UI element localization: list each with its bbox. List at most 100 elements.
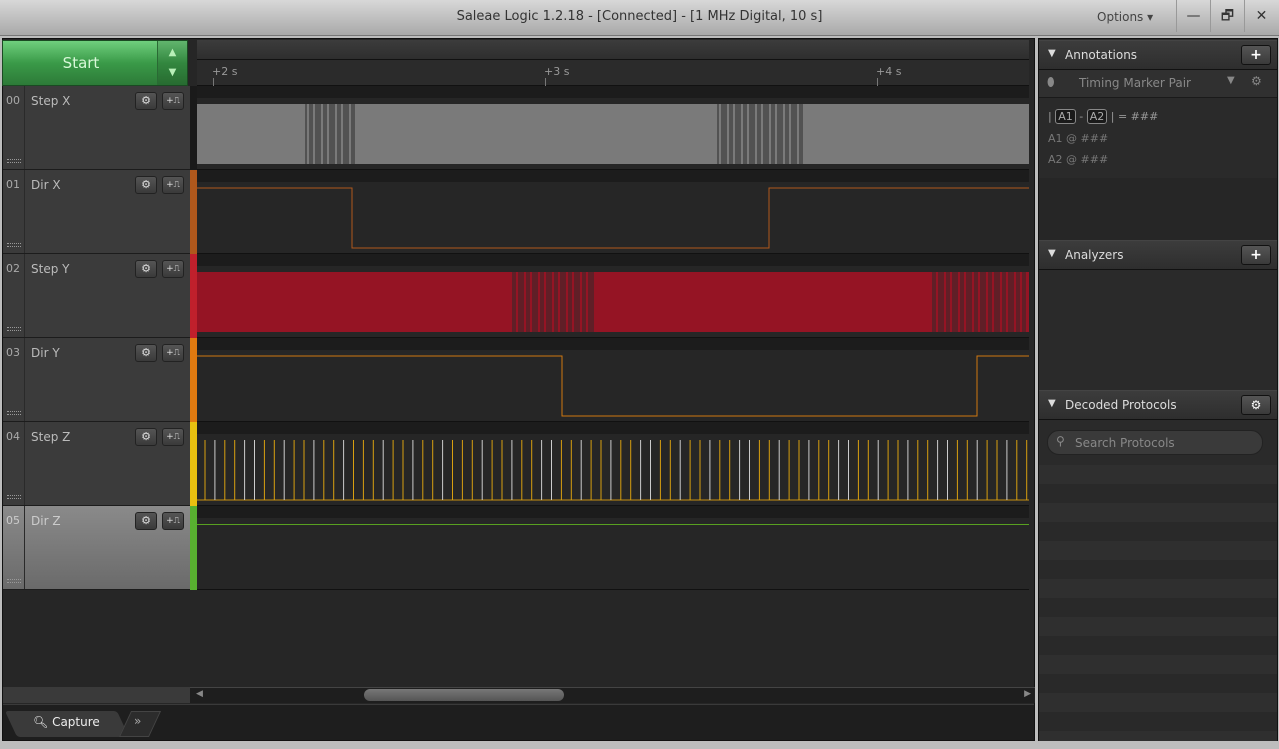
tick-label: +3 s: [544, 65, 570, 78]
signal-fill: [197, 272, 1029, 332]
channel-name[interactable]: Step Z: [31, 430, 70, 444]
pin-icon[interactable]: ⬮: [1047, 75, 1055, 90]
analyzers-header: ▼ Analyzers +: [1039, 240, 1277, 270]
restore-button[interactable]: 🗗: [1210, 0, 1244, 32]
channel-color-strip: [190, 506, 197, 590]
channel-gap: [197, 254, 1029, 266]
drag-handle-icon[interactable]: [7, 159, 21, 163]
drag-handle-icon[interactable]: [7, 243, 21, 247]
annotation-a1: A1 @ ###: [1048, 132, 1109, 145]
timing-marker-selector[interactable]: ⬮ Timing Marker Pair ▼ ⚙: [1039, 70, 1277, 98]
trigger-button[interactable]: +⎍: [162, 344, 184, 362]
trigger-button[interactable]: +⎍: [162, 512, 184, 530]
channel-name[interactable]: Dir Z: [31, 514, 61, 528]
drag-handle-icon[interactable]: [7, 327, 21, 331]
channel-number: 03: [3, 338, 25, 421]
dir-y-signal: [197, 355, 1029, 417]
time-ruler[interactable]: +2 s +3 s +4 s: [197, 60, 1029, 86]
chevrons-icon[interactable]: »: [134, 714, 141, 728]
channel-color-strip: [190, 422, 197, 506]
trigger-button[interactable]: +⎍: [162, 428, 184, 446]
decoded-protocols-list: [1039, 465, 1277, 741]
channel-row[interactable]: 02 Step Y ⚙ +⎍: [3, 254, 190, 338]
arrow-down-icon: ▼: [168, 67, 177, 78]
collapse-icon[interactable]: ▼: [1048, 48, 1056, 59]
left-scroll-area: [3, 687, 190, 703]
minimize-button[interactable]: —: [1176, 0, 1210, 32]
title-bar: Saleae Logic 1.2.18 - [Connected] - [1 M…: [0, 0, 1279, 36]
trigger-button[interactable]: +⎍: [162, 260, 184, 278]
gear-icon[interactable]: ⚙: [1241, 395, 1271, 415]
drag-handle-icon[interactable]: [7, 579, 21, 583]
tick-label: +4 s: [876, 65, 902, 78]
channel-gap: [197, 338, 1029, 350]
drag-handle-icon[interactable]: [7, 495, 21, 499]
waveform-area[interactable]: [197, 86, 1029, 590]
arrow-up-icon: ▲: [168, 47, 177, 58]
channel-settings-button[interactable]: ⚙: [135, 260, 157, 278]
channel-number: 05: [3, 506, 25, 589]
annotations-title: Annotations: [1065, 48, 1138, 62]
channel-gap: [197, 422, 1029, 434]
search-list-icon: 🔍︎: [33, 715, 53, 729]
add-annotation-button[interactable]: +: [1241, 45, 1271, 65]
annotation-a2: A2 @ ###: [1048, 153, 1109, 166]
signal-fill: [197, 104, 1029, 164]
dropdown-icon[interactable]: ▼: [1227, 75, 1235, 86]
trigger-button[interactable]: +⎍: [162, 176, 184, 194]
search-icon: ⚲: [1056, 434, 1065, 448]
channel-gap: [197, 506, 1029, 518]
search-protocols-input[interactable]: Search Protocols: [1047, 430, 1263, 455]
capture-options-toggle[interactable]: ▲ ▼: [157, 41, 187, 85]
channel-gap: [197, 170, 1029, 182]
channel-row[interactable]: 05 Dir Z ⚙ +⎍: [3, 506, 190, 590]
capture-tab-label[interactable]: 🔍︎ Capture: [33, 715, 100, 729]
channel-name[interactable]: Step X: [31, 94, 70, 108]
channel-settings-button[interactable]: ⚙: [135, 92, 157, 110]
channel-settings-button[interactable]: ⚙: [135, 512, 157, 530]
bottom-tab-bar: 🔍︎ Capture »: [3, 704, 1034, 740]
channel-number: 04: [3, 422, 25, 505]
scroll-right-icon[interactable]: ▶: [1024, 689, 1031, 699]
marker-type[interactable]: Timing Marker Pair: [1079, 76, 1191, 90]
channel-color-strip: [190, 338, 197, 422]
options-menu[interactable]: Options ▾: [1097, 10, 1153, 24]
close-button[interactable]: ✕: [1244, 0, 1278, 32]
start-button[interactable]: Start ▲ ▼: [2, 40, 188, 86]
start-label: Start: [62, 54, 100, 72]
horizontal-scrollbar[interactable]: ◀ ▶: [190, 687, 1035, 703]
tick-label: +2 s: [212, 65, 238, 78]
channel-row[interactable]: 03 Dir Y ⚙ +⎍: [3, 338, 190, 422]
scrollbar-thumb[interactable]: [364, 689, 564, 701]
decoded-protocols-header: ▼ Decoded Protocols ⚙: [1039, 390, 1277, 420]
channel-name[interactable]: Dir X: [31, 178, 61, 192]
annotations-header: ▼ Annotations +: [1039, 40, 1277, 70]
scroll-left-icon[interactable]: ◀: [196, 689, 203, 699]
drag-handle-icon[interactable]: [7, 411, 21, 415]
add-analyzer-button[interactable]: +: [1241, 245, 1271, 265]
gear-icon[interactable]: ⚙: [1251, 74, 1262, 88]
collapse-icon[interactable]: ▼: [1048, 398, 1056, 409]
collapse-icon[interactable]: ▼: [1048, 248, 1056, 259]
trigger-button[interactable]: +⎍: [162, 92, 184, 110]
channel-row[interactable]: 04 Step Z ⚙ +⎍: [3, 422, 190, 506]
channel-gap: [197, 86, 1029, 98]
channel-color-strip: [190, 254, 197, 338]
channel-row[interactable]: 01 Dir X ⚙ +⎍: [3, 170, 190, 254]
channel-number: 02: [3, 254, 25, 337]
dir-x-signal: [197, 187, 1029, 249]
window-title: Saleae Logic 1.2.18 - [Connected] - [1 M…: [456, 9, 823, 24]
channel-settings-button[interactable]: ⚙: [135, 344, 157, 362]
channel-number: 00: [3, 86, 25, 169]
channel-name[interactable]: Step Y: [31, 262, 69, 276]
channel-settings-button[interactable]: ⚙: [135, 428, 157, 446]
channel-color-strip: [190, 86, 197, 170]
decoded-protocols-title: Decoded Protocols: [1065, 398, 1177, 412]
channel-name[interactable]: Dir Y: [31, 346, 60, 360]
channel-settings-button[interactable]: ⚙: [135, 176, 157, 194]
analyzers-title: Analyzers: [1065, 248, 1124, 262]
channel-row[interactable]: 00 Step X ⚙ +⎍: [3, 86, 190, 170]
timeline-track[interactable]: [197, 40, 1029, 60]
channel-number: 01: [3, 170, 25, 253]
channel-color-strip: [190, 170, 197, 254]
